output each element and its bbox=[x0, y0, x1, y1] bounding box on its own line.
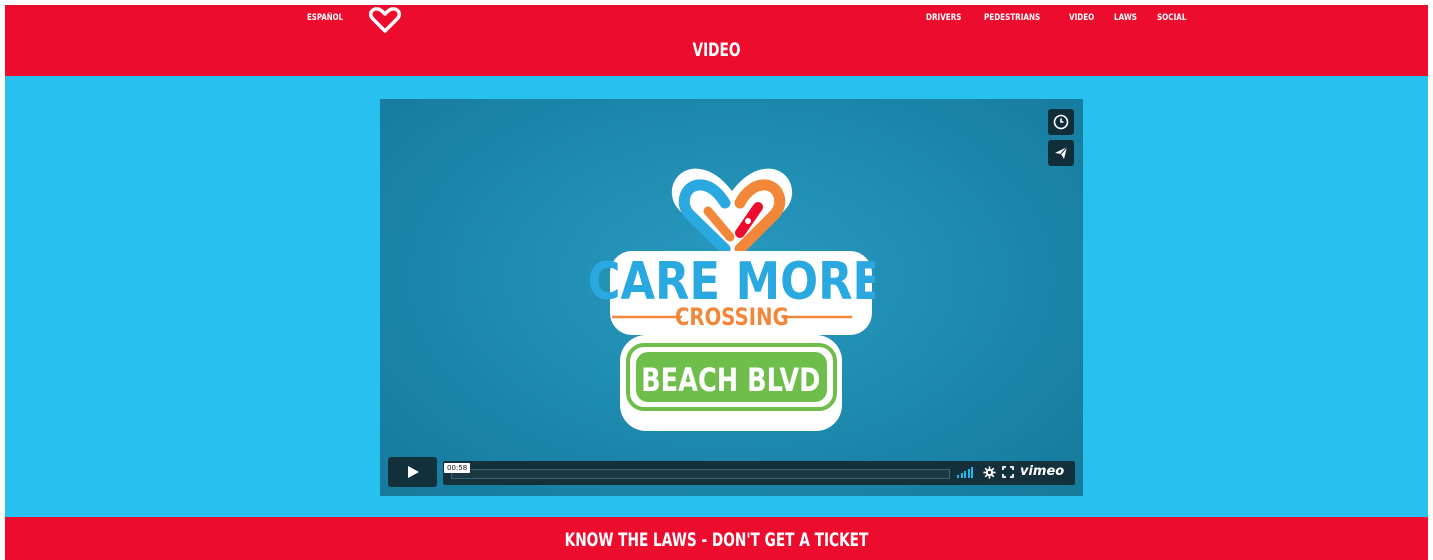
page-frame: ESPAÑOL DRIVERS PEDESTRIANS VIDEO LAWS S… bbox=[5, 5, 1428, 560]
footer-banner: KNOW THE LAWS - DON'T GET A TICKET bbox=[5, 517, 1428, 560]
page-title: VIDEO bbox=[692, 39, 741, 61]
nav-laws[interactable]: LAWS bbox=[1114, 13, 1137, 23]
share-button[interactable] bbox=[1048, 140, 1074, 166]
video-player[interactable]: CARE MORE CROSSING BEACH BLVD 00:58 vime… bbox=[380, 99, 1083, 496]
play-button[interactable] bbox=[388, 457, 437, 487]
time-tooltip: 00:58 bbox=[444, 463, 471, 473]
site-header: ESPAÑOL DRIVERS PEDESTRIANS VIDEO LAWS S… bbox=[5, 5, 1428, 76]
nav-social[interactable]: SOCIAL bbox=[1157, 13, 1186, 23]
main-nav: DRIVERS PEDESTRIANS VIDEO LAWS SOCIAL bbox=[926, 13, 1194, 23]
control-bar: 00:58 vimeo bbox=[443, 461, 1075, 485]
progress-track[interactable]: 00:58 bbox=[444, 463, 950, 479]
badge-title: CARE MORE bbox=[590, 252, 875, 312]
nav-video[interactable]: VIDEO bbox=[1069, 13, 1094, 23]
language-link[interactable]: ESPAÑOL bbox=[307, 13, 343, 23]
vimeo-logo[interactable]: vimeo bbox=[1020, 464, 1064, 479]
care-more-crossing-badge: CARE MORE CROSSING BEACH BLVD bbox=[590, 168, 875, 431]
heart-knot-logo-icon[interactable] bbox=[368, 7, 402, 33]
nav-pedestrians[interactable]: PEDESTRIANS bbox=[984, 13, 1040, 23]
badge-location: BEACH BLVD bbox=[641, 361, 820, 399]
footer-banner-text: KNOW THE LAWS - DON'T GET A TICKET bbox=[564, 529, 869, 551]
volume-control[interactable] bbox=[957, 467, 973, 478]
video-section: CARE MORE CROSSING BEACH BLVD 00:58 vime… bbox=[5, 76, 1428, 517]
gear-icon[interactable] bbox=[983, 466, 996, 479]
nav-drivers[interactable]: DRIVERS bbox=[926, 13, 961, 23]
watch-later-button[interactable] bbox=[1048, 109, 1074, 135]
fullscreen-icon[interactable] bbox=[1002, 466, 1014, 478]
clock-icon bbox=[1053, 114, 1069, 130]
play-icon bbox=[407, 466, 419, 478]
player-controls: 00:58 vimeo bbox=[380, 455, 1083, 489]
paper-plane-icon bbox=[1055, 146, 1068, 159]
heart-logo-icon bbox=[671, 168, 793, 259]
badge-subtitle: CROSSING bbox=[675, 304, 789, 331]
